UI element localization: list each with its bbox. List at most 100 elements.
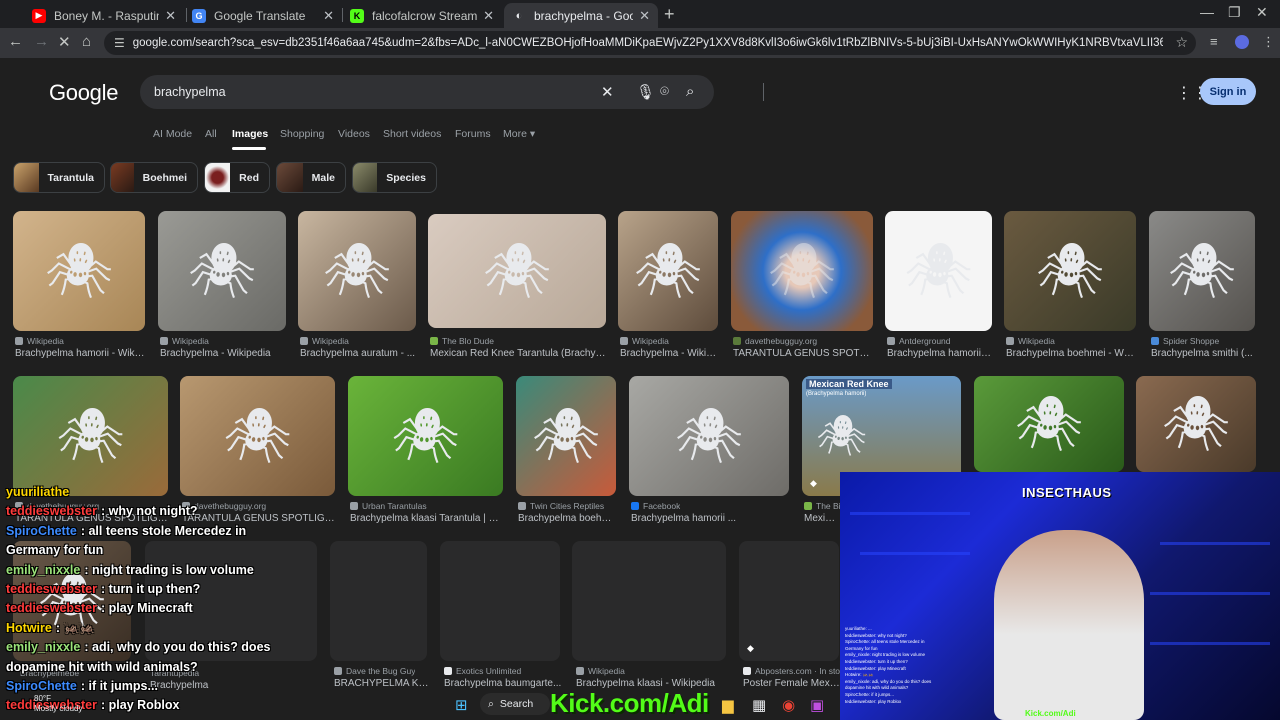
image-result[interactable]: 🕷 davethebugguy.org TARANTULA GENUS SPOT…: [180, 376, 335, 526]
result-caption[interactable]: Brachypelma hamorii ...: [887, 348, 992, 359]
forward-icon[interactable]: →: [34, 33, 49, 50]
image-result[interactable]: 🕷 Wikipedia Brachypelma boehmei - Wik...: [1004, 211, 1136, 361]
tab-shopping[interactable]: Shopping: [280, 128, 324, 140]
tab-more[interactable]: More ▾: [503, 128, 535, 140]
result-source[interactable]: The Blo Dude: [430, 336, 494, 346]
result-caption[interactable]: Poster Female Mexican: [743, 678, 841, 689]
result-caption[interactable]: TARANTULA GENUS SPOTLIG...: [733, 348, 873, 359]
result-source[interactable]: Urban Tarantulas: [350, 501, 427, 511]
chip-tarantula[interactable]: Tarantula: [13, 162, 105, 193]
result-thumbnail[interactable]: 🕷: [1004, 211, 1136, 331]
weather-widget[interactable]: 80°F Mostly cloudy: [34, 694, 82, 714]
result-source[interactable]: Spider Shoppe: [1151, 336, 1219, 346]
taskbar-search[interactable]: ⌕ Search: [480, 693, 550, 715]
result-thumbnail[interactable]: 🕷: [1136, 376, 1256, 472]
result-caption[interactable]: Brachypelma boehmei - Wik...: [1006, 348, 1136, 359]
result-source[interactable]: The Bi: [804, 501, 841, 511]
result-thumbnail[interactable]: 🕷: [1149, 211, 1255, 331]
tab-google-translate[interactable]: G Google Translate ✕: [184, 3, 342, 28]
lens-icon[interactable]: ⌾: [660, 83, 669, 100]
result-thumbnail[interactable]: 🕷: [885, 211, 992, 331]
chip-red[interactable]: Red: [204, 162, 270, 193]
stop-loading-icon[interactable]: ✕: [58, 33, 71, 51]
image-result[interactable]: 🕷 Urban Tarantulas Brachypelma klaasi Ta…: [348, 376, 503, 526]
image-result[interactable]: Exotics Unlimited Brachypelma baumgarte.…: [442, 666, 562, 696]
result-source[interactable]: Wikipedia: [300, 336, 349, 346]
result-source[interactable]: Abposters.com · In stock: [743, 666, 849, 676]
image-result[interactable]: 🕷 Facebook Brachypelma hamorii ...: [629, 376, 789, 526]
result-source[interactable]: Wikipedia: [576, 666, 625, 676]
back-icon[interactable]: ←: [8, 33, 23, 50]
app-icon[interactable]: ▣: [810, 696, 824, 714]
google-logo[interactable]: Google: [49, 80, 118, 106]
result-caption[interactable]: Brachypelma - Wikip...: [620, 348, 718, 359]
result-thumbnail[interactable]: 🕷: [428, 214, 606, 328]
tab-ai-mode[interactable]: AI Mode: [153, 128, 192, 140]
result-source[interactable]: Twin Cities Reptiles: [518, 501, 604, 511]
file-explorer-icon[interactable]: ▆: [722, 696, 734, 714]
result-caption[interactable]: Brachypelma smithi (...: [1151, 348, 1255, 359]
result-source[interactable]: Wikipedia: [1006, 336, 1055, 346]
result-caption[interactable]: Brachypelma baumgarte...: [444, 678, 562, 689]
new-tab-icon[interactable]: +: [664, 4, 675, 25]
close-tab-icon[interactable]: ✕: [483, 8, 494, 24]
image-result[interactable]: Dave the Bug Guy BRACHYPELMA KL...: [332, 666, 432, 696]
image-result[interactable]: Mexican Red Knee (Brachypelma hamorii) 🕷…: [802, 376, 961, 526]
result-thumbnail[interactable]: 🕷: [618, 211, 718, 331]
close-tab-icon[interactable]: ✕: [165, 8, 176, 24]
image-placeholder[interactable]: [440, 541, 560, 661]
result-thumbnail[interactable]: 🕷: [13, 376, 168, 496]
chrome-icon[interactable]: ◉: [782, 696, 795, 714]
result-thumbnail[interactable]: 🕷: [516, 376, 616, 496]
result-caption[interactable]: BRACHYPELMA KL...: [334, 678, 432, 689]
result-source[interactable]: davethebugguy.org: [733, 336, 817, 346]
image-result[interactable]: 🕷: [974, 376, 1124, 472]
result-thumbnail[interactable]: 🕷: [348, 376, 503, 496]
result-thumbnail[interactable]: 🕷: [731, 211, 873, 331]
sign-in-button[interactable]: Sign in: [1200, 78, 1256, 105]
search-box[interactable]: brachypelma ✕ 🎙 ⌾ ⌕: [140, 75, 764, 109]
result-caption[interactable]: Brachypelma boehm...: [518, 513, 616, 524]
close-tab-icon[interactable]: ✕: [639, 8, 650, 24]
image-result[interactable]: 🕷 Wikipedia Brachypelma auratum - ...: [298, 211, 416, 361]
tab-all[interactable]: All: [205, 128, 217, 140]
image-placeholder[interactable]: ◆: [739, 541, 839, 661]
result-caption[interactable]: Brachypelma klaasi Tarantula | M...: [350, 513, 503, 524]
result-caption[interactable]: Brachypelma auratum - ...: [300, 348, 416, 359]
search-icon[interactable]: ⌕: [686, 83, 694, 100]
profile-avatar[interactable]: [1235, 35, 1249, 49]
bookmark-star-icon[interactable]: ☆: [1175, 34, 1188, 51]
tab-youtube[interactable]: ▶ Boney M. - Rasputin (Sopot Fe ✕: [24, 3, 184, 28]
chip-boehmei[interactable]: Boehmei: [110, 162, 198, 193]
result-source[interactable]: Antderground: [887, 336, 951, 346]
image-result[interactable]: 🕷 The Blo Dude Mexican Red Knee Tarantul…: [428, 211, 606, 361]
result-thumbnail[interactable]: 🕷: [180, 376, 335, 496]
result-thumbnail[interactable]: 🕷: [158, 211, 286, 331]
image-result[interactable]: 🕷 Twin Cities Reptiles Brachypelma boehm…: [516, 376, 616, 526]
result-source[interactable]: Dave the Bug Guy: [334, 666, 415, 676]
store-icon[interactable]: ▦: [752, 696, 766, 714]
result-thumbnail[interactable]: 🕷: [13, 211, 145, 331]
result-caption[interactable]: Mexican: [804, 513, 840, 524]
image-result[interactable]: 🕷 Wikipedia Brachypelma hamorii - Wiki..…: [13, 211, 145, 361]
close-window-icon[interactable]: ✕: [1256, 4, 1268, 21]
image-result[interactable]: 🕷 davethebugguy.org TARANTULA GENUS SPOT…: [731, 211, 873, 361]
url-bar[interactable]: ☰ google.com/search?sca_esv=db2351f46a6a…: [104, 31, 1196, 55]
tab-forums[interactable]: Forums: [455, 128, 491, 140]
minimize-icon[interactable]: —: [1200, 4, 1214, 20]
search-input[interactable]: brachypelma: [154, 85, 226, 99]
site-info-icon[interactable]: ☰: [114, 36, 125, 50]
result-caption[interactable]: Brachypelma - Wikipedia: [160, 348, 286, 359]
tab-images[interactable]: Images: [232, 128, 268, 140]
result-source[interactable]: Wikipedia: [620, 336, 669, 346]
image-result[interactable]: 🕷 Wikipedia Brachypelma - Wikip...: [618, 211, 718, 361]
tab-google-search[interactable]: ◐ brachypelma - Google Search ✕: [504, 3, 658, 28]
image-placeholder[interactable]: [330, 541, 427, 661]
result-caption[interactable]: Brachypelma hamorii ...: [631, 513, 789, 524]
menu-icon[interactable]: ⋮: [1262, 34, 1275, 50]
chip-species[interactable]: Species: [352, 162, 437, 193]
result-caption[interactable]: Mexican Red Knee Tarantula (Brachyp...: [430, 348, 606, 359]
image-result[interactable]: 🕷 Wikipedia Brachypelma - Wikipedia: [158, 211, 286, 361]
result-source[interactable]: Wikipedia: [160, 336, 209, 346]
result-thumbnail[interactable]: 🕷: [629, 376, 789, 496]
